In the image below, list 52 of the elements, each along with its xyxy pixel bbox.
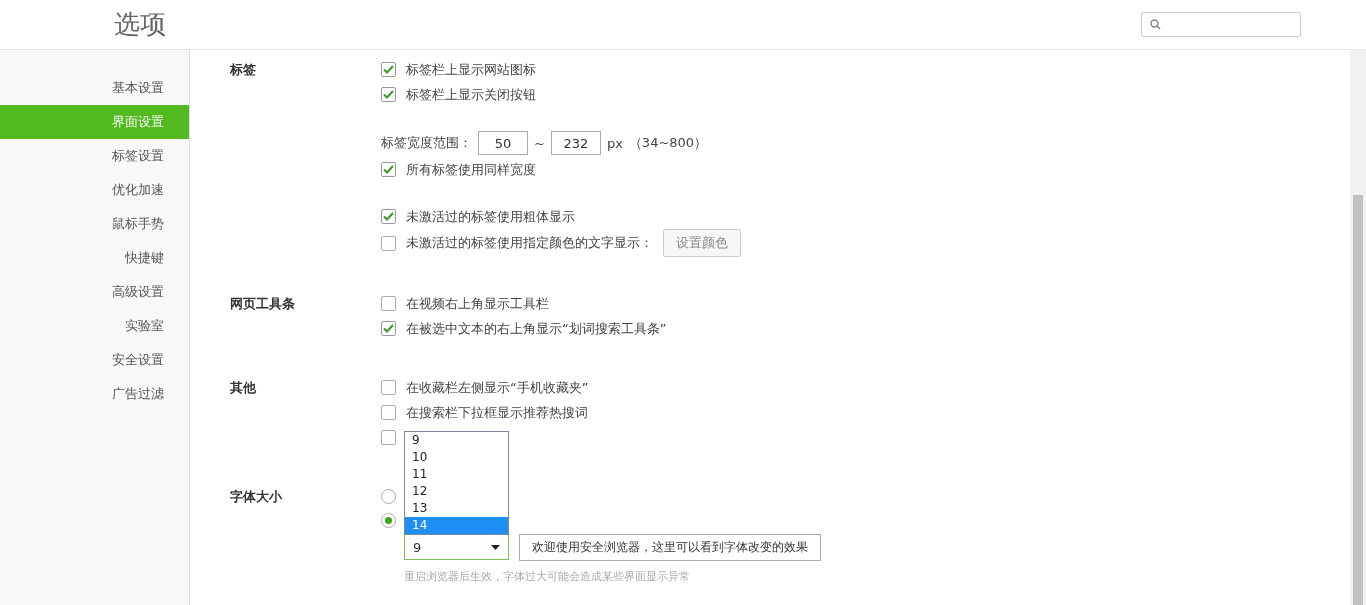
radio-button[interactable] <box>381 512 396 528</box>
checkbox[interactable] <box>381 209 396 224</box>
option-label: 在收藏栏左侧显示“手机收藏夹” <box>406 378 589 397</box>
range-separator: ~ <box>534 135 545 151</box>
radio-button[interactable] <box>381 488 396 504</box>
search-icon <box>1150 19 1161 30</box>
checkbox[interactable] <box>381 296 396 311</box>
font-size-hint: 重启浏览器后生效，字体过大可能会造成某些界面显示异常 <box>404 568 690 584</box>
checkmark-icon <box>383 90 394 99</box>
min-width-field[interactable]: 50 <box>478 131 528 155</box>
sidebar-item[interactable]: 优化加速 <box>0 173 189 207</box>
width-range-label: 标签宽度范围： <box>381 134 472 152</box>
sidebar-item[interactable]: 高级设置 <box>0 275 189 309</box>
checkmark-icon <box>383 212 394 221</box>
sidebar-item[interactable]: 基本设置 <box>0 71 189 105</box>
section-title: 其他 <box>230 379 257 397</box>
sidebar-item[interactable]: 快捷键 <box>0 241 189 275</box>
checkmark-icon <box>383 324 394 333</box>
search-field[interactable] <box>1141 12 1301 37</box>
checkmark-icon <box>383 165 394 174</box>
sidebar-item[interactable]: 标签设置 <box>0 139 189 173</box>
max-width-field[interactable]: 232 <box>550 131 601 155</box>
checkbox[interactable] <box>381 235 396 251</box>
range-hint: （34~800） <box>628 134 708 152</box>
sidebar-item[interactable]: 鼠标手势 <box>0 207 189 241</box>
sidebar-item[interactable]: 广告过滤 <box>0 377 189 411</box>
caret-icon <box>491 544 500 550</box>
checkbox[interactable] <box>381 87 396 102</box>
option-label: 所有标签使用同样宽度 <box>406 160 536 179</box>
sidebar-item[interactable]: 实验室 <box>0 309 189 343</box>
option-label: 在视频右上角显示工具栏 <box>406 294 549 313</box>
checkbox[interactable] <box>381 62 396 77</box>
scrollbar[interactable] <box>1350 50 1366 605</box>
sidebar-item[interactable]: 安全设置 <box>0 343 189 377</box>
font-preview-button[interactable]: 欢迎使用安全浏览器，这里可以看到字体改变的效果 <box>519 533 821 561</box>
option-label: 未激活过的标签使用指定颜色的文字显示： <box>406 234 653 252</box>
option-label: 在搜索栏下拉框显示推荐热搜词 <box>406 403 588 422</box>
checkbox[interactable] <box>381 405 396 420</box>
section-title: 网页工具条 <box>230 295 296 313</box>
checkbox[interactable] <box>381 380 396 395</box>
checkmark-icon <box>383 65 394 74</box>
option-label: 标签栏上显示网站图标 <box>406 60 536 79</box>
option-label: 在被选中文本的右上角显示“划词搜索工具条” <box>406 319 667 338</box>
unit-label: px <box>606 135 623 151</box>
page-title: 选项 <box>114 8 166 41</box>
checkbox[interactable] <box>381 430 396 445</box>
section-title: 标签 <box>230 61 257 79</box>
checkbox[interactable] <box>381 321 396 336</box>
checkbox[interactable] <box>381 162 396 177</box>
section-title: 字体大小 <box>230 488 283 506</box>
option-label: 标签栏上显示关闭按钮 <box>406 85 536 104</box>
option-label: 未激活过的标签使用粗体显示 <box>406 207 575 226</box>
